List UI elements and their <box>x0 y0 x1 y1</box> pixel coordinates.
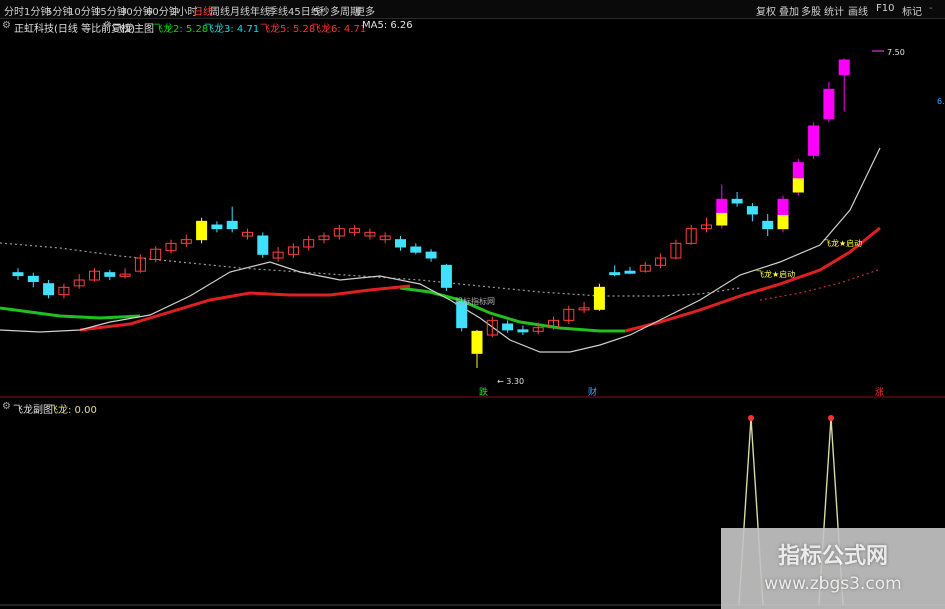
sub-indicator-value: 飞龙: 0.00 <box>48 405 97 416</box>
site-watermark: 指标公式网 www.zbgs3.com <box>721 528 945 609</box>
green-line-left <box>0 306 141 320</box>
tag-die: 跌 <box>479 387 488 398</box>
long-ma-line <box>0 242 741 297</box>
candle-body <box>226 220 238 230</box>
signal-label-2: 飞龙★启动 <box>823 238 862 248</box>
candle-body-signal <box>716 212 728 226</box>
candle-body <box>27 275 39 282</box>
tag-cai: 财 <box>588 386 597 398</box>
candle-body <box>593 286 605 310</box>
candle-body <box>762 220 774 230</box>
low-price-label: ← 3.30 <box>497 377 524 386</box>
watermark-url: www.zbgs3.com <box>764 574 902 594</box>
candle-body <box>746 206 758 215</box>
candle-body <box>838 59 850 76</box>
candle-body <box>502 323 514 331</box>
candle-body <box>517 329 529 333</box>
candle-body-signal <box>777 214 789 230</box>
sub-spike-1-tip <box>748 415 754 421</box>
chart-watermark-text: 股标指标网 <box>455 296 495 306</box>
sub-indicator-name: 飞龙副图 <box>13 405 53 416</box>
candle-body <box>425 251 437 259</box>
signal-label-1: 飞龙★启动 <box>756 269 795 279</box>
ma5-line <box>0 147 881 353</box>
candle-body <box>196 220 208 241</box>
gear-icon[interactable]: ⚙ <box>2 401 11 412</box>
candle-body <box>440 264 452 288</box>
candle-body <box>257 235 269 255</box>
candle-body-signal <box>792 178 804 193</box>
candle-body <box>211 224 223 230</box>
candle-body <box>395 239 406 248</box>
candle-body <box>43 283 55 296</box>
candle-body <box>609 272 621 276</box>
candle-body <box>624 270 636 274</box>
candle-body <box>731 198 743 204</box>
tag-zhang: 涨 <box>875 387 884 398</box>
candle-body <box>808 125 820 156</box>
red-line-left <box>79 284 411 332</box>
axis-mark: 6. <box>937 97 945 106</box>
candle-body <box>104 272 116 277</box>
candle-body <box>471 330 483 354</box>
watermark-title: 指标公式网 <box>777 544 888 569</box>
sub-spike-2-tip <box>828 415 834 421</box>
candle-body <box>12 272 24 277</box>
candle-body <box>823 88 835 120</box>
high-price-label: 7.50 <box>887 48 905 57</box>
kline-chart: 7.50← 3.30股标指标网跌财涨飞龙★启动飞龙★启动6. <box>0 48 945 606</box>
candle-body <box>410 246 422 253</box>
